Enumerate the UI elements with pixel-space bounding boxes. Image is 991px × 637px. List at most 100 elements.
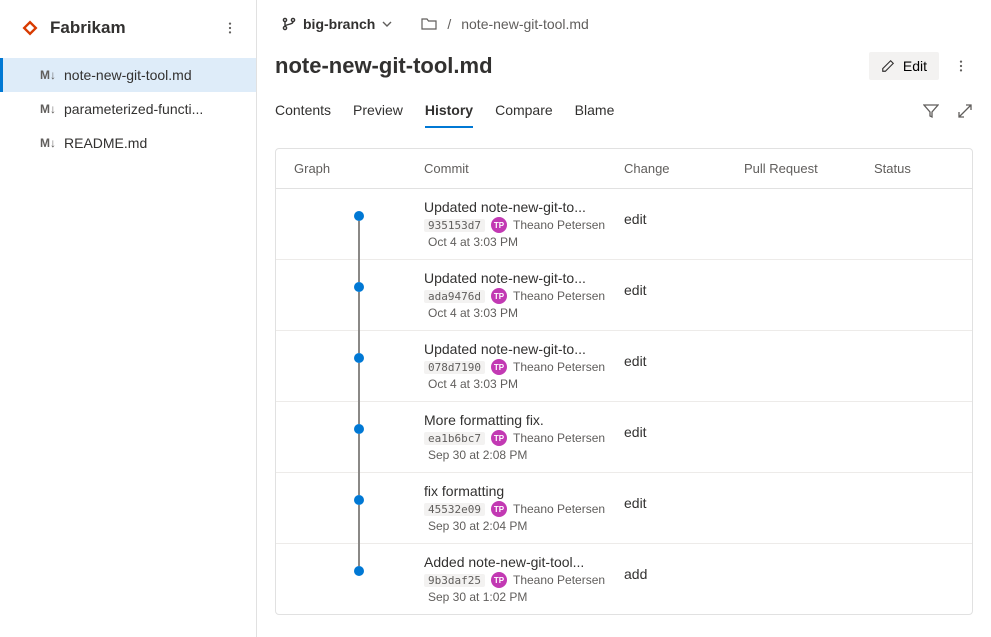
commit-dot-icon xyxy=(354,566,364,576)
change-cell: edit xyxy=(624,270,744,298)
commit-message[interactable]: Added note-new-git-tool... xyxy=(424,554,624,570)
breadcrumb-file[interactable]: note-new-git-tool.md xyxy=(461,16,589,32)
commit-author[interactable]: Theano Petersen xyxy=(513,573,605,587)
file-name: README.md xyxy=(64,135,147,151)
sidebar: Fabrikam M↓note-new-git-tool.mdM↓paramet… xyxy=(0,0,257,637)
commit-cell: Added note-new-git-tool... 9b3daf25 TP Thea… xyxy=(424,554,624,604)
history-row[interactable]: Updated note-new-git-to... ada9476d TP Thea… xyxy=(276,260,972,331)
commit-author[interactable]: Theano Petersen xyxy=(513,502,605,516)
commit-meta: 9b3daf25 TP Theano Petersen xyxy=(424,572,624,588)
commit-meta: ea1b6bc7TPTheano Petersen xyxy=(424,430,624,446)
history-row[interactable]: Added note-new-git-tool... 9b3daf25 TP Thea… xyxy=(276,544,972,614)
col-status: Status xyxy=(874,161,954,176)
commit-dot-icon xyxy=(354,424,364,434)
file-item[interactable]: M↓note-new-git-tool.md xyxy=(0,58,256,92)
history-row[interactable]: Updated note-new-git-to... 078d7190 TP Thea… xyxy=(276,331,972,402)
commit-time: Oct 4 at 3:03 PM xyxy=(424,235,624,249)
filter-icon[interactable] xyxy=(923,103,939,119)
history-row[interactable]: Updated note-new-git-to... 935153d7 TP Thea… xyxy=(276,189,972,260)
commit-author[interactable]: Theano Petersen xyxy=(513,360,605,374)
file-item[interactable]: M↓ parameterized-functi... xyxy=(0,92,256,126)
sidebar-header: Fabrikam xyxy=(0,0,256,54)
change-cell: add xyxy=(624,554,744,582)
avatar: TP xyxy=(491,572,507,588)
folder-icon[interactable] xyxy=(421,17,437,31)
commit-cell: fix formatting45532e09TPTheano PetersenS… xyxy=(424,483,624,533)
avatar: TP xyxy=(491,359,507,375)
col-commit: Commit xyxy=(424,161,624,176)
tabs-row: Contents Preview History Compare Blame xyxy=(257,84,991,128)
chevron-down-icon xyxy=(381,18,393,30)
commit-message[interactable]: Updated note-new-git-to... xyxy=(424,341,624,357)
commit-hash[interactable]: 078d7190 xyxy=(424,361,485,374)
col-graph: Graph xyxy=(294,161,424,176)
tabs: Contents Preview History Compare Blame xyxy=(275,94,614,128)
commit-hash[interactable]: 9b3daf25 xyxy=(424,574,485,587)
commit-dot-icon xyxy=(354,211,364,221)
title-row: note-new-git-tool.md Edit xyxy=(257,44,991,84)
brand-name: Fabrikam xyxy=(50,18,126,38)
commit-dot-icon xyxy=(354,353,364,363)
commit-cell: More formatting fix. ea1b6bc7TPTheano Pet… xyxy=(424,412,624,462)
file-name: parameterized-functi... xyxy=(64,101,203,117)
commit-author[interactable]: Theano Petersen xyxy=(513,431,605,445)
breadcrumb-sep: / xyxy=(447,16,451,32)
commit-cell: Updated note-new-git-to... 935153d7 TP Thea… xyxy=(424,199,624,249)
brand[interactable]: Fabrikam xyxy=(20,18,126,38)
table-header: Graph Commit Change Pull Request Status xyxy=(276,149,972,189)
fullscreen-icon[interactable] xyxy=(957,103,973,119)
commit-dot-icon xyxy=(354,495,364,505)
content: Graph Commit Change Pull Request Status … xyxy=(257,128,991,637)
tab-contents[interactable]: Contents xyxy=(275,94,331,128)
commit-author[interactable]: Theano Petersen xyxy=(513,218,605,232)
commit-message[interactable]: More formatting fix. xyxy=(424,412,624,428)
graph-cell xyxy=(294,199,424,249)
tab-blame[interactable]: Blame xyxy=(575,94,615,128)
commit-time: Oct 4 at 3:03 PM xyxy=(424,306,624,320)
sidebar-more-icon[interactable] xyxy=(218,16,242,40)
history-row[interactable]: fix formatting45532e09TPTheano PetersenS… xyxy=(276,473,972,544)
commit-dot-icon xyxy=(354,282,364,292)
tab-compare[interactable]: Compare xyxy=(495,94,553,128)
col-change: Change xyxy=(624,161,744,176)
commit-time: Sep 30 at 1:02 PM xyxy=(424,590,624,604)
col-pullrequest: Pull Request xyxy=(744,161,874,176)
commit-cell: Updated note-new-git-to... 078d7190 TP Thea… xyxy=(424,341,624,391)
tab-history[interactable]: History xyxy=(425,94,473,128)
commit-author[interactable]: Theano Petersen xyxy=(513,289,605,303)
commit-message[interactable]: fix formatting xyxy=(424,483,624,499)
file-name: note-new-git-tool.md xyxy=(64,67,192,83)
tab-preview[interactable]: Preview xyxy=(353,94,403,128)
title-more-icon[interactable] xyxy=(949,54,973,78)
commit-hash[interactable]: 935153d7 xyxy=(424,219,485,232)
avatar: TP xyxy=(491,288,507,304)
brand-logo-icon xyxy=(20,18,40,38)
breadcrumb: / note-new-git-tool.md xyxy=(421,16,589,32)
markdown-icon: M↓ xyxy=(40,136,56,150)
branch-name: big-branch xyxy=(303,16,375,32)
avatar: TP xyxy=(491,217,507,233)
page-title: note-new-git-tool.md xyxy=(275,53,493,79)
edit-button-label: Edit xyxy=(903,58,927,74)
title-actions: Edit xyxy=(869,52,973,80)
markdown-icon: M↓ xyxy=(40,102,56,116)
commit-message[interactable]: Updated note-new-git-to... xyxy=(424,270,624,286)
edit-button[interactable]: Edit xyxy=(869,52,939,80)
commit-hash[interactable]: ada9476d xyxy=(424,290,485,303)
commit-time: Oct 4 at 3:03 PM xyxy=(424,377,624,391)
commit-hash[interactable]: 45532e09 xyxy=(424,503,485,516)
branch-selector[interactable]: big-branch xyxy=(275,12,399,36)
tabs-actions xyxy=(923,103,973,119)
main: big-branch / note-new-git-tool.md note-n… xyxy=(257,0,991,637)
commit-hash[interactable]: ea1b6bc7 xyxy=(424,432,485,445)
change-cell: edit xyxy=(624,341,744,369)
file-item[interactable]: M↓ README.md xyxy=(0,126,256,160)
graph-cell xyxy=(294,412,424,462)
commit-meta: 935153d7 TP Theano Petersen xyxy=(424,217,624,233)
commit-meta: 078d7190 TP Theano Petersen xyxy=(424,359,624,375)
commit-cell: Updated note-new-git-to... ada9476d TP Thea… xyxy=(424,270,624,320)
commit-message[interactable]: Updated note-new-git-to... xyxy=(424,199,624,215)
graph-cell xyxy=(294,483,424,533)
history-row[interactable]: More formatting fix. ea1b6bc7TPTheano Pet… xyxy=(276,402,972,473)
commit-time: Sep 30 at 2:08 PM xyxy=(424,448,624,462)
